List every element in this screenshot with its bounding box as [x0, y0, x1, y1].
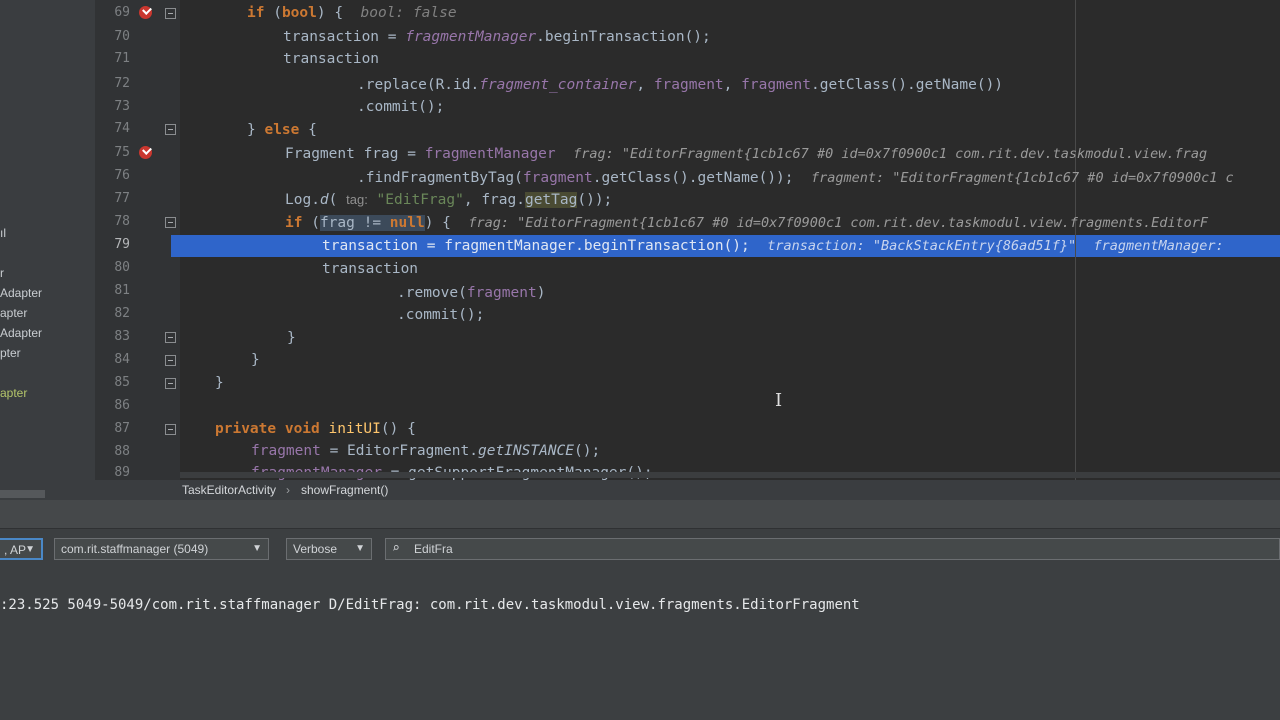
code-line-80[interactable]: transaction — [322, 259, 418, 279]
inline-hint: bool: false — [360, 5, 457, 21]
code-line-81[interactable]: .remove(fragment) — [397, 283, 545, 303]
line-number[interactable]: 85 — [100, 375, 130, 390]
text-cursor-icon: I — [775, 390, 783, 411]
logcat-search-field[interactable]: ⌕ — [385, 538, 1280, 560]
fold-icon[interactable] — [165, 124, 176, 135]
inline-hint: frag: "EditorFragment{1cb1c67 #0 id=0x7f… — [573, 146, 1208, 162]
project-tree-item[interactable]: Adapter — [0, 286, 42, 300]
logcat-search-input[interactable] — [414, 541, 1214, 557]
code-line-72[interactable]: .replace(R.id.fragment_container, fragme… — [357, 75, 1003, 95]
fold-icon[interactable] — [165, 217, 176, 228]
dropdown-arrow-icon: ▼ — [355, 543, 365, 554]
line-number[interactable]: 79 — [100, 237, 130, 252]
line-number[interactable]: 76 — [100, 168, 130, 183]
breakpoint-icon[interactable] — [139, 6, 152, 19]
code-line-73[interactable]: .commit(); — [357, 97, 444, 117]
code-line-83[interactable]: } — [287, 328, 296, 348]
breadcrumb-separator: › — [286, 483, 290, 497]
line-number[interactable]: 69 — [100, 5, 130, 20]
line-number[interactable]: 82 — [100, 306, 130, 321]
logcat-toolbar — [0, 500, 1280, 529]
code-line-74[interactable]: } else { — [247, 120, 317, 140]
project-tree-item[interactable]: r — [0, 266, 4, 280]
line-number[interactable]: 83 — [100, 329, 130, 344]
line-number[interactable]: 80 — [100, 260, 130, 275]
project-tree-item[interactable]: apter — [0, 306, 27, 320]
code-line-85[interactable]: } — [215, 373, 224, 393]
line-number[interactable]: 89 — [100, 465, 130, 480]
line-number[interactable]: 75 — [100, 145, 130, 160]
process-dropdown[interactable]: com.rit.staffmanager (5049) ▼ — [54, 538, 269, 560]
code-line-84[interactable]: } — [251, 350, 260, 370]
code-line-70[interactable]: transaction = fragmentManager.beginTrans… — [283, 27, 711, 47]
breadcrumb-item-class[interactable]: TaskEditorActivity — [182, 483, 276, 497]
code-line-82[interactable]: .commit(); — [397, 305, 484, 325]
line-number[interactable]: 87 — [100, 421, 130, 436]
fold-icon[interactable] — [165, 8, 176, 19]
breadcrumb: TaskEditorActivity › showFragment() — [95, 480, 1280, 500]
code-line-79[interactable]: transaction = fragmentManager.beginTrans… — [322, 236, 1224, 256]
project-tree-item[interactable]: Adapter — [0, 326, 42, 340]
inline-hint: transaction: "BackStackEntry{86ad51f}" — [767, 238, 1077, 254]
device-dropdown[interactable]: , AP ▼ — [0, 538, 43, 560]
breakpoint-icon[interactable] — [139, 146, 152, 159]
log-level-dropdown[interactable]: Verbose ▼ — [286, 538, 372, 560]
code-line-76[interactable]: .findFragmentByTag(fragment.getClass().g… — [357, 168, 1234, 188]
editor-horizontal-scrollbar[interactable] — [180, 472, 1280, 478]
line-number[interactable]: 81 — [100, 283, 130, 298]
fold-icon[interactable] — [165, 424, 176, 435]
project-tree-item-selected[interactable]: apter — [0, 386, 27, 400]
project-tree-item[interactable]: pter — [0, 346, 21, 360]
code-line-87[interactable]: private void initUI() { — [215, 419, 416, 439]
fold-icon[interactable] — [165, 355, 176, 366]
process-name: com.rit.staffmanager — [61, 542, 171, 556]
parameter-hint: tag: — [346, 192, 368, 207]
line-number[interactable]: 78 — [100, 214, 130, 229]
code-line-88[interactable]: fragment = EditorFragment.getINSTANCE(); — [251, 441, 600, 461]
project-panel-scrollbar[interactable] — [0, 490, 45, 498]
project-tree-item[interactable]: ıl — [0, 226, 6, 240]
line-number[interactable]: 73 — [100, 99, 130, 114]
process-pid: (5049) — [173, 542, 209, 556]
dropdown-arrow-icon: ▼ — [25, 544, 35, 555]
inline-hint: frag: "EditorFragment{1cb1c67 #0 id=0x7f… — [468, 215, 1208, 231]
line-number[interactable]: 71 — [100, 51, 130, 66]
line-number[interactable]: 74 — [100, 121, 130, 136]
fold-icon[interactable] — [165, 332, 176, 343]
code-line-78[interactable]: if (frag != null) { frag: "EditorFragmen… — [285, 213, 1208, 233]
line-number[interactable]: 77 — [100, 191, 130, 206]
fold-icon[interactable] — [165, 378, 176, 389]
search-icon: ⌕ — [392, 541, 400, 556]
line-number[interactable]: 70 — [100, 29, 130, 44]
code-line-75[interactable]: Fragment frag = fragmentManager frag: "E… — [285, 144, 1207, 164]
line-number[interactable]: 72 — [100, 76, 130, 91]
code-line-69[interactable]: if (bool) { bool: false — [247, 3, 457, 23]
inline-hint: fragment: "EditorFragment{1cb1c67 #0 id=… — [810, 170, 1234, 186]
code-line-77[interactable]: Log.d( tag: "EditFrag", frag.getTag()); — [285, 190, 612, 210]
inline-hint: fragmentManager: — [1093, 238, 1224, 254]
line-number[interactable]: 88 — [100, 444, 130, 459]
dropdown-arrow-icon: ▼ — [252, 543, 262, 554]
breadcrumb-item-method[interactable]: showFragment() — [301, 483, 388, 497]
line-number[interactable]: 86 — [100, 398, 130, 413]
project-panel: ıl r Adapter apter Adapter pter apter — [0, 0, 95, 500]
log-entry[interactable]: :23.525 5049-5049/com.rit.staffmanager D… — [0, 597, 860, 613]
code-line-71[interactable]: transaction — [283, 49, 379, 69]
line-number[interactable]: 84 — [100, 352, 130, 367]
